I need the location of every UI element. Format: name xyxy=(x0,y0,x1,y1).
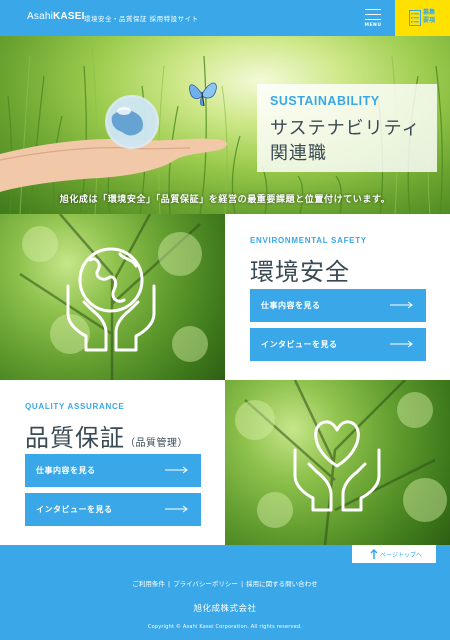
menu-button[interactable]: MENU xyxy=(360,5,386,31)
qa-image-tile[interactable] xyxy=(225,380,450,545)
qa-heading-main: 品質保証 xyxy=(25,424,125,452)
site-title: 環境安全・品質保証 採用特設サイト xyxy=(84,15,199,23)
qa-work-button-label: 仕事内容を見る xyxy=(36,466,96,475)
hero-caption: 旭化成は「環境安全」「品質保証」を経営の最重要課題と位置付けています。 xyxy=(59,195,391,205)
qa-section-panel: QUALITY ASSURANCE 品質保証（品質管理） 仕事内容を見る インタ… xyxy=(0,380,225,545)
env-work-button-label: 仕事内容を見る xyxy=(261,301,321,310)
arrow-right-icon xyxy=(165,505,188,513)
hero-heading-jp-line2: 関連職 xyxy=(270,143,327,164)
hero-banner: SUSTAINABILITY サステナビリティ 関連職 旭化成は「環境安全」「品… xyxy=(0,36,450,214)
env-interview-button[interactable]: インタビューを見る xyxy=(250,328,426,361)
hero-heading-jp: サステナビリティ xyxy=(270,118,421,139)
butterfly-icon xyxy=(189,82,217,107)
env-heading-jp: 環境安全 xyxy=(250,258,350,286)
env-heading-en: ENVIRONMENTAL SAFETY xyxy=(250,236,367,245)
qa-interview-button[interactable]: インタビューを見る xyxy=(25,493,201,526)
page-top-label: ページトップへ xyxy=(380,552,422,559)
arrow-right-icon xyxy=(165,466,188,474)
globe-icon xyxy=(88,257,126,303)
footer-link-privacy[interactable]: プライバシーポリシー xyxy=(173,580,238,588)
arrow-up-icon xyxy=(370,549,378,559)
footer-separator: | xyxy=(167,580,171,588)
env-work-button[interactable]: 仕事内容を見る xyxy=(250,289,426,322)
footer-link-terms[interactable]: ご利用条件 xyxy=(132,580,165,588)
menu-icon xyxy=(365,9,381,10)
qa-interview-button-label: インタビューを見る xyxy=(36,505,113,514)
footer-link-contact[interactable]: 採用に関する問い合わせ xyxy=(246,580,318,588)
menu-icon-bar xyxy=(365,19,381,20)
arrow-right-icon xyxy=(390,340,413,348)
arrow-right-icon xyxy=(390,301,413,309)
company-name: 旭化成株式会社 xyxy=(193,604,257,614)
asahi-kasei-logo[interactable]: AsahiKASEI xyxy=(27,11,85,22)
hero-heading-en: SUSTAINABILITY xyxy=(270,94,380,108)
recruitment-label: 募集要項 xyxy=(423,9,436,24)
env-image-tile[interactable] xyxy=(0,214,225,380)
hero-heading-box: SUSTAINABILITY サステナビリティ 関連職 xyxy=(257,84,437,172)
footer-links: ご利用条件 | プライバシーポリシー | 採用に関する問い合わせ xyxy=(0,578,450,588)
list-icon xyxy=(409,10,421,26)
env-section-panel: ENVIRONMENTAL SAFETY 環境安全 仕事内容を見る インタビュー… xyxy=(225,214,450,380)
hands-heart-icon xyxy=(293,420,381,512)
site-header: AsahiKASEI 環境安全・品質保証 採用特設サイト MENU 募集要項 xyxy=(0,0,450,36)
menu-label: MENU xyxy=(364,23,382,28)
qa-heading-jp: 品質保証（品質管理） xyxy=(25,418,188,453)
env-interview-button-label: インタビューを見る xyxy=(261,340,338,349)
menu-icon-bar xyxy=(365,14,381,15)
page-top-button[interactable]: ページトップへ xyxy=(352,545,436,563)
qa-heading-sub: （品質管理） xyxy=(125,438,188,449)
qa-work-button[interactable]: 仕事内容を見る xyxy=(25,454,201,487)
site-footer: ページトップへ ご利用条件 | プライバシーポリシー | 採用に関する問い合わせ 旭化成… xyxy=(0,545,450,640)
recruitment-button[interactable]: 募集要項 xyxy=(395,0,450,36)
hands-globe-icon xyxy=(66,247,156,352)
footer-separator: | xyxy=(240,580,244,588)
copyright: Copyright © Asahi Kasei Corporation. All… xyxy=(147,624,303,630)
qa-heading-en: QUALITY ASSURANCE xyxy=(25,402,125,411)
